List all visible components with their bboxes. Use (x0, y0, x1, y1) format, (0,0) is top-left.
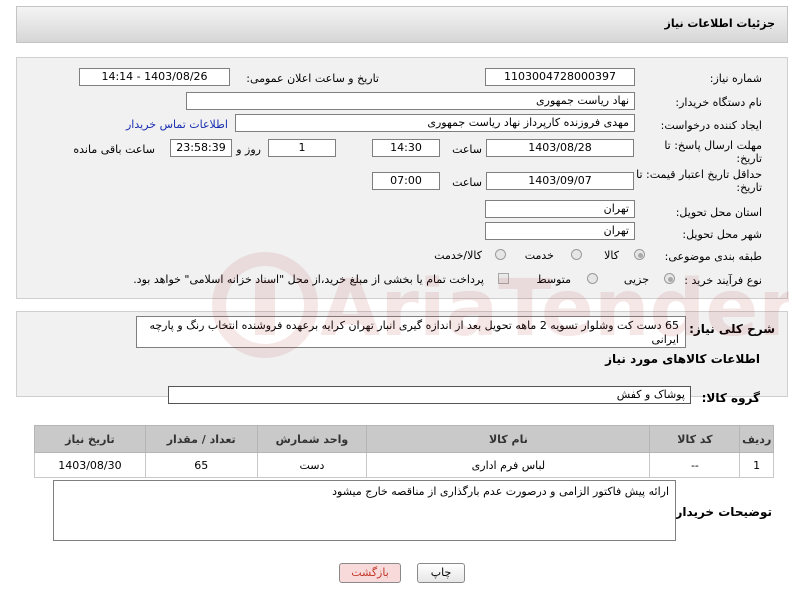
category-option-goods-service: کالا/خدمت (434, 249, 482, 262)
cell-date: 1403/08/30 (34, 452, 146, 478)
goods-group-field: پوشاک و کفش (168, 386, 691, 404)
col-code: کد کالا (649, 425, 741, 453)
description-label: شرح کلی نیاز: (689, 322, 775, 336)
cell-code: -- (649, 452, 741, 478)
city-label: شهر محل تحویل: (682, 228, 762, 241)
purchase-type-label: نوع فرآیند خرید : (684, 274, 762, 287)
reply-deadline-time: 14:30 (372, 139, 440, 157)
treasury-payment-checkbox[interactable] (498, 273, 509, 284)
goods-section-title: اطلاعات کالاهای مورد نیاز (605, 352, 760, 366)
province-field: تهران (485, 200, 635, 218)
requester-field: مهدی فروزنده کارپرداز نهاد ریاست جمهوری (235, 114, 635, 132)
purchase-radio-minor[interactable] (664, 273, 675, 284)
announce-datetime-label: تاریخ و ساعت اعلان عمومی: (246, 72, 379, 85)
remaining-label: ساعت باقی مانده (73, 143, 155, 156)
buyer-org-label: نام دستگاه خریدار: (675, 96, 762, 109)
cell-unit: دست (256, 452, 368, 478)
price-validity-label: حداقل تاریخ اعتبار قیمت: تا (636, 168, 762, 181)
cell-name: لباس فرم اداری (366, 452, 651, 478)
print-button[interactable]: چاپ (417, 563, 465, 583)
col-name: نام کالا (366, 425, 651, 453)
purchase-option-medium: متوسط (536, 273, 571, 286)
province-label: استان محل تحویل: (675, 206, 762, 219)
days-label: روز و (236, 143, 261, 156)
price-validity-time: 07:00 (372, 172, 440, 190)
description-text: 65 دست کت وشلوار تسویه 2 ماهه تحویل بعد … (136, 316, 686, 348)
col-date: تاریخ نیاز (34, 425, 146, 453)
price-validity-label-date: تاریخ: (736, 181, 762, 194)
need-number-label: شماره نیاز: (709, 72, 762, 85)
city-field: تهران (485, 222, 635, 240)
price-validity-date: 1403/09/07 (486, 172, 634, 190)
treasury-payment-note: پرداخت تمام یا بخشی از مبلغ خرید،از محل … (133, 273, 484, 286)
goods-table: ردیف کد کالا نام کالا واحد شمارش تعداد /… (34, 425, 774, 478)
need-number-field: 1103004728000397 (485, 68, 635, 86)
buyer-notes-text: ارائه پیش فاکتور الزامی و درصورت عدم بار… (53, 480, 676, 541)
category-radio-goods-service[interactable] (495, 249, 506, 260)
purchase-radio-medium[interactable] (587, 273, 598, 284)
col-row: ردیف (739, 425, 774, 453)
buyer-org-field: نهاد ریاست جمهوری (186, 92, 635, 110)
requester-label: ایجاد کننده درخواست: (660, 119, 762, 132)
reply-deadline-label: مهلت ارسال پاسخ: تا (664, 139, 762, 152)
purchase-option-minor: جزیی (623, 273, 649, 286)
remaining-days: 1 (268, 139, 336, 157)
table-row: 1 -- لباس فرم اداری دست 65 1403/08/30 (34, 452, 774, 478)
buyer-notes-label: توضیحات خریدار: (670, 505, 772, 519)
reply-time-label: ساعت (452, 143, 482, 156)
cell-row: 1 (739, 452, 774, 478)
contact-info-link[interactable]: اطلاعات تماس خریدار (126, 118, 228, 131)
goods-table-header: ردیف کد کالا نام کالا واحد شمارش تعداد /… (34, 425, 774, 453)
back-button[interactable]: بازگشت (339, 563, 401, 583)
category-radio-service[interactable] (571, 249, 582, 260)
page-title: جزئیات اطلاعات نیاز (664, 17, 776, 30)
price-time-label: ساعت (452, 176, 482, 189)
category-option-goods: کالا (604, 249, 619, 262)
reply-deadline-date: 1403/08/28 (486, 139, 634, 157)
col-unit: واحد شمارش (256, 425, 368, 453)
remaining-time: 23:58:39 (170, 139, 232, 157)
cell-qty: 65 (144, 452, 258, 478)
category-radio-goods[interactable] (634, 249, 645, 260)
announce-datetime-field: 1403/08/26 - 14:14 (79, 68, 230, 86)
reply-deadline-label-date: تاریخ: (736, 152, 762, 165)
category-label: طبقه بندی موضوعی: (664, 250, 762, 263)
goods-group-label: گروه کالا: (701, 391, 760, 405)
col-qty: تعداد / مقدار (144, 425, 258, 453)
category-option-service: خدمت (524, 249, 554, 262)
